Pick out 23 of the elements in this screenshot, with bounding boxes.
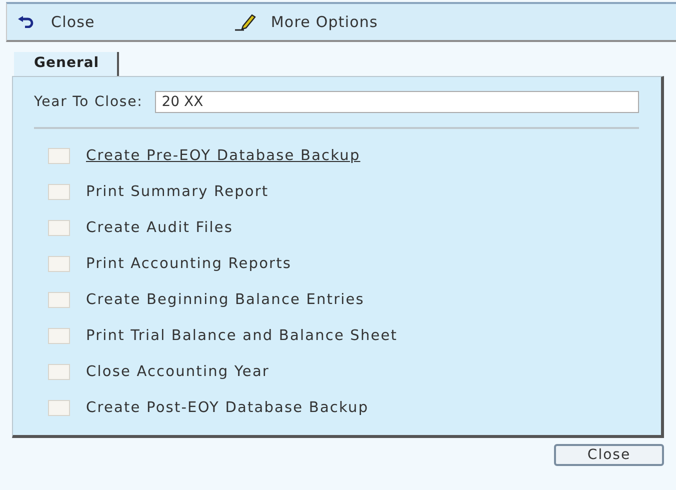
checkbox[interactable] — [48, 364, 70, 380]
pencil-icon — [234, 13, 257, 31]
checkbox[interactable] — [48, 148, 70, 164]
tab[interactable]: General — [14, 52, 120, 76]
task-label[interactable]: Create Audit Files — [86, 220, 234, 236]
checkbox[interactable] — [48, 328, 70, 344]
toolbar-button[interactable]: More Options — [234, 13, 378, 31]
checkbox[interactable] — [48, 220, 70, 236]
checkbox[interactable] — [48, 400, 70, 416]
checkbox[interactable] — [48, 292, 70, 308]
task-label[interactable]: Print Summary Report — [86, 184, 269, 200]
checkbox[interactable] — [48, 256, 70, 272]
close-button[interactable]: Close — [554, 444, 664, 466]
task-label[interactable]: Print Trial Balance and Balance Sheet — [86, 328, 398, 344]
field-label: Year To Close: — [34, 94, 143, 110]
checkbox[interactable] — [48, 184, 70, 200]
task-label[interactable]: Print Accounting Reports — [86, 256, 292, 272]
task-label[interactable]: Create Beginning Balance Entries — [86, 292, 364, 308]
task-label[interactable]: Close Accounting Year — [86, 364, 270, 380]
year-field[interactable]: 20 XX — [154, 91, 639, 113]
task-label[interactable]: Create Pre-EOY Database Backup — [86, 148, 360, 164]
close-button[interactable]: Close — [17, 13, 95, 31]
task-label[interactable]: Create Post-EOY Database Backup — [86, 400, 369, 416]
